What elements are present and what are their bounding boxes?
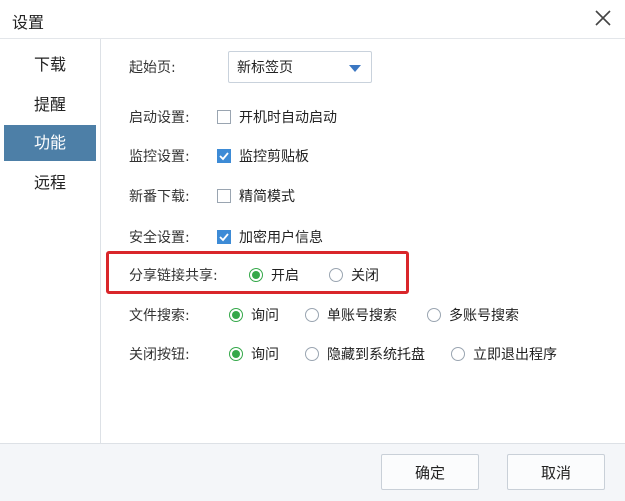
close-button-option-tray-label: 隐藏到系统托盘 bbox=[327, 347, 425, 363]
security-label: 安全设置: bbox=[129, 230, 190, 246]
window-title: 设置 bbox=[12, 13, 45, 32]
sidebar: 下载 提醒 功能 远程 bbox=[0, 39, 101, 443]
file-search-option-ask-label: 询问 bbox=[251, 308, 279, 324]
close-button-option-ask-label: 询问 bbox=[251, 347, 279, 363]
startup-option[interactable]: 开机时自动启动 bbox=[217, 107, 337, 127]
dialog-footer: 确定 取消 bbox=[0, 443, 625, 501]
new-download-option-label: 精简模式 bbox=[239, 189, 295, 205]
sidebar-item-remote[interactable]: 远程 bbox=[4, 165, 96, 201]
close-button[interactable] bbox=[589, 4, 617, 32]
sidebar-item-reminder[interactable]: 提醒 bbox=[4, 87, 96, 123]
file-search-option-multi-label: 多账号搜索 bbox=[449, 308, 519, 324]
close-button-option-exit-label: 立即退出程序 bbox=[473, 347, 557, 363]
new-download-row: 新番下载: 精简模式 bbox=[129, 184, 295, 208]
start-page-dropdown[interactable]: 新标签页 bbox=[228, 51, 372, 83]
settings-panel: 起始页: 新标签页 启动设置: 开机时自动启动 监控设置: 监控剪贴板 新番下载… bbox=[101, 39, 625, 443]
close-button-option-exit[interactable]: 立即退出程序 bbox=[451, 344, 557, 364]
title-bar: 设置 bbox=[0, 0, 625, 39]
sidebar-item-download[interactable]: 下载 bbox=[4, 47, 96, 83]
file-search-option-multi[interactable]: 多账号搜索 bbox=[427, 305, 519, 325]
monitor-row: 监控设置: 监控剪贴板 bbox=[129, 144, 309, 168]
monitor-label: 监控设置: bbox=[129, 149, 190, 165]
security-option[interactable]: 加密用户信息 bbox=[217, 227, 323, 247]
checkmark-icon bbox=[219, 152, 229, 161]
startup-label: 启动设置: bbox=[129, 110, 190, 126]
close-button-option-ask[interactable]: 询问 bbox=[229, 344, 279, 364]
security-checkbox[interactable] bbox=[217, 230, 231, 244]
close-button-option-tray[interactable]: 隐藏到系统托盘 bbox=[305, 344, 425, 364]
sidebar-item-features[interactable]: 功能 bbox=[4, 125, 96, 161]
dropdown-arrow-icon bbox=[349, 65, 361, 72]
new-download-checkbox[interactable] bbox=[217, 189, 231, 203]
checkmark-icon bbox=[219, 233, 229, 242]
file-search-option-single[interactable]: 单账号搜索 bbox=[305, 305, 397, 325]
new-download-option[interactable]: 精简模式 bbox=[217, 186, 295, 206]
ok-button[interactable]: 确定 bbox=[381, 454, 479, 490]
file-search-radio-ask[interactable] bbox=[229, 308, 243, 322]
security-option-label: 加密用户信息 bbox=[239, 230, 323, 246]
file-search-radio-single[interactable] bbox=[305, 308, 319, 322]
monitor-option[interactable]: 监控剪贴板 bbox=[217, 146, 309, 166]
close-button-radio-tray[interactable] bbox=[305, 347, 319, 361]
highlight-box bbox=[106, 251, 409, 294]
monitor-checkbox[interactable] bbox=[217, 149, 231, 163]
start-page-label: 起始页: bbox=[129, 60, 176, 76]
startup-row: 启动设置: 开机时自动启动 bbox=[129, 105, 337, 129]
cancel-button[interactable]: 取消 bbox=[507, 454, 605, 490]
file-search-radio-multi[interactable] bbox=[427, 308, 441, 322]
startup-option-label: 开机时自动启动 bbox=[239, 110, 337, 126]
security-row: 安全设置: 加密用户信息 bbox=[129, 225, 323, 249]
file-search-row: 文件搜索: 询问 单账号搜索 多账号搜索 bbox=[129, 303, 519, 327]
close-button-radio-ask[interactable] bbox=[229, 347, 243, 361]
startup-checkbox[interactable] bbox=[217, 110, 231, 124]
file-search-label: 文件搜索: bbox=[129, 308, 190, 324]
start-page-row: 起始页: bbox=[129, 55, 217, 79]
file-search-option-single-label: 单账号搜索 bbox=[327, 308, 397, 324]
close-icon bbox=[595, 10, 611, 26]
close-button-row: 关闭按钮: 询问 隐藏到系统托盘 立即退出程序 bbox=[129, 342, 557, 366]
new-download-label: 新番下载: bbox=[129, 189, 190, 205]
close-button-label: 关闭按钮: bbox=[129, 347, 190, 363]
close-button-radio-exit[interactable] bbox=[451, 347, 465, 361]
monitor-option-label: 监控剪贴板 bbox=[239, 149, 309, 165]
file-search-option-ask[interactable]: 询问 bbox=[229, 305, 279, 325]
start-page-value: 新标签页 bbox=[237, 60, 293, 76]
